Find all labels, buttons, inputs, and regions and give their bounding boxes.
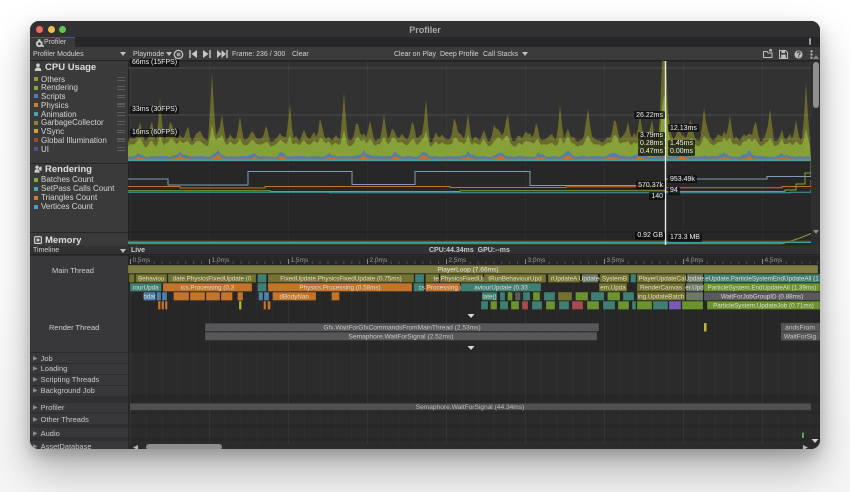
svg-text:3.0ms: 3.0ms	[528, 257, 546, 264]
svg-text:cs.Processing (0.: cs.Processing (0.	[419, 284, 468, 291]
svg-text:ParticleSystem.EndUpdateAll (1: ParticleSystem.EndUpdateAll (1.39ms)	[708, 284, 817, 291]
svg-text:4.5ms: 4.5ms	[765, 257, 783, 264]
svg-text:dBodyNan: dBodyNan	[279, 293, 309, 300]
svg-text:bdat: bdat	[143, 293, 156, 300]
svg-text:Gfx.WaitForGfxCommandsFromMain: Gfx.WaitForGfxCommandsFromMainThread (2.…	[323, 324, 480, 331]
svg-text:Behaviou: Behaviou	[138, 275, 165, 282]
svg-text:Update(: Update(	[579, 275, 602, 282]
svg-text:andsFrom: andsFrom	[785, 324, 815, 331]
svg-text:iourUpda: iourUpda	[133, 284, 159, 291]
svg-text:WaitForJobGroupID (0.88ms): WaitForJobGroupID (0.88ms)	[721, 293, 803, 300]
svg-text:late(): late()	[482, 293, 496, 300]
svg-text:Semaphore.WaitForSignal (44.34: Semaphore.WaitForSignal (44.34ms)	[416, 404, 525, 411]
svg-text:1.0ms: 1.0ms	[212, 257, 230, 264]
svg-text:2.0ms: 2.0ms	[370, 257, 388, 264]
svg-text:ing.UpdateBatch: ing.UpdateBatch	[638, 293, 685, 300]
svg-text:em.Upda: em.Upda	[600, 284, 626, 291]
svg-text:ics.Processing (0.3: ics.Processing (0.3	[181, 284, 235, 291]
svg-text:Physics.Processing (0.58ms): Physics.Processing (0.58ms)	[299, 284, 380, 291]
svg-text:aviourUpdate (0.33: aviourUpdate (0.33	[474, 284, 528, 291]
svg-text:4.0ms: 4.0ms	[686, 257, 704, 264]
svg-text:te.PhysicsFixedUpd: te.PhysicsFixedUpd	[434, 275, 490, 282]
svg-text:FixedUpdate.PhysicsFixedUpdate: FixedUpdate.PhysicsFixedUpdate (0.75ms)	[280, 275, 401, 282]
svg-text:Update: Update	[685, 275, 706, 282]
svg-text:3.5ms: 3.5ms	[607, 257, 625, 264]
svg-text:Semaphore.WaitForSignal (2.52m: Semaphore.WaitForSignal (2.52ms)	[349, 333, 454, 340]
svg-text:er.Upd: er.Upd	[685, 284, 704, 291]
svg-text:1.5ms: 1.5ms	[291, 257, 309, 264]
svg-text:rUpdateA: rUpdateA	[551, 275, 578, 282]
svg-text:PlayerLoop (7.66ms): PlayerLoop (7.66ms)	[437, 266, 498, 273]
svg-text:date.PhysicsFixedUpdate (0: date.PhysicsFixedUpdate (0	[173, 275, 252, 282]
svg-text:ParticleSystem.UpdateJob (0.71: ParticleSystem.UpdateJob (0.71ms)	[713, 302, 814, 309]
svg-text:tRunBehaviourUpd: tRunBehaviourUpd	[488, 275, 542, 282]
svg-text:PlayerUpdateCa: PlayerUpdateCa	[638, 275, 685, 282]
svg-text:SystemB: SystemB	[602, 275, 627, 282]
svg-text:WaitForSig: WaitForSig	[784, 333, 817, 340]
svg-text:0.5ms: 0.5ms	[133, 257, 151, 264]
svg-text:2.5ms: 2.5ms	[449, 257, 467, 264]
svg-text:RenderCanvas: RenderCanvas	[640, 284, 682, 291]
svg-text:eUpdate.ParticleSystemEndUpdat: eUpdate.ParticleSystemEndUpdateAll (1	[705, 275, 819, 282]
